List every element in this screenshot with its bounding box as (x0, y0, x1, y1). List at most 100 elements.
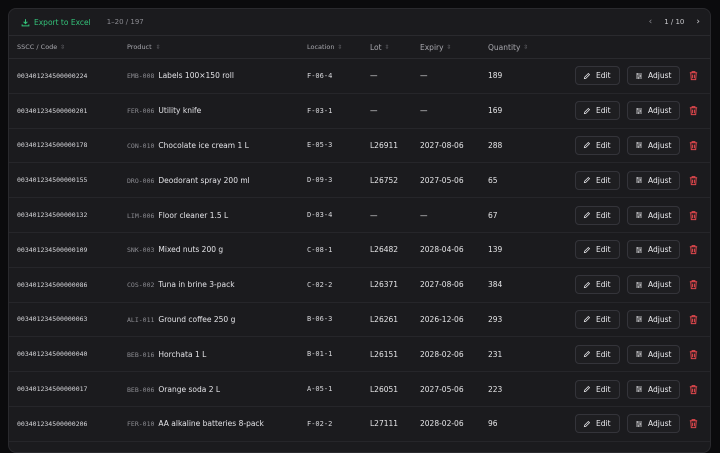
product-name: Horchata 1 L (158, 349, 207, 359)
edit-label: Edit (596, 140, 611, 150)
row-actions: Edit Adjust (575, 240, 710, 260)
sscc-cell: 003401234500000017 (17, 385, 88, 394)
result-range: 1–20 / 197 (106, 18, 144, 26)
adjust-button[interactable]: Adjust (627, 101, 680, 121)
trash-icon[interactable] (688, 210, 699, 221)
edit-label: Edit (596, 106, 611, 116)
trash-icon[interactable] (688, 70, 699, 81)
sscc-cell: 003401234500000178 (17, 141, 88, 150)
trash-icon[interactable] (688, 314, 699, 325)
sort-icon: ⇳ (337, 43, 343, 51)
trash-icon[interactable] (688, 244, 699, 255)
lot-cell: — (370, 106, 378, 116)
adjust-label: Adjust (648, 314, 672, 324)
column-header-sscc[interactable]: SSCC / Code ⇳ (9, 43, 119, 51)
location-cell: C-08-1 (307, 245, 333, 254)
sscc-cell: 003401234500000109 (17, 245, 88, 254)
trash-icon[interactable] (688, 384, 699, 395)
trash-icon[interactable] (688, 140, 699, 151)
lot-cell: L26911 (370, 140, 399, 150)
quantity-cell: 384 (488, 280, 503, 290)
location-cell: A-05-1 (307, 385, 333, 394)
column-header-expiry[interactable]: Expiry ⇳ (412, 43, 480, 52)
adjust-button[interactable]: Adjust (627, 414, 680, 434)
adjust-button[interactable]: Adjust (627, 205, 680, 225)
lot-cell: L26051 (370, 384, 399, 394)
location-cell: B-01-1 (307, 350, 333, 359)
location-cell: B-06-3 (307, 315, 333, 324)
column-header-lot[interactable]: Lot ⇳ (362, 43, 412, 52)
adjust-label: Adjust (648, 384, 672, 394)
row-actions: Edit Adjust (575, 344, 710, 364)
product-cell: DRO-006 Deodorant spray 200 ml (119, 176, 299, 185)
edit-button[interactable]: Edit (575, 344, 620, 364)
edit-label: Edit (596, 175, 611, 185)
trash-icon[interactable] (688, 175, 699, 186)
column-label: SSCC / Code (17, 43, 58, 51)
quantity-cell: 96 (488, 419, 498, 429)
expiry-cell: 2028-04-06 (420, 245, 464, 255)
product-cell: LIM-006 Floor cleaner 1.5 L (119, 211, 299, 220)
quantity-cell: 189 (488, 71, 503, 81)
expiry-cell: 2028-02-06 (420, 419, 464, 429)
lot-cell: L26371 (370, 280, 399, 290)
edit-button[interactable]: Edit (575, 135, 620, 155)
column-header-quantity[interactable]: Quantity ⇳ (480, 43, 570, 52)
trash-icon[interactable] (688, 349, 699, 360)
quantity-cell: 231 (488, 349, 503, 359)
edit-button[interactable]: Edit (575, 414, 620, 434)
lot-cell: L26261 (370, 314, 399, 324)
pencil-icon (583, 107, 591, 114)
sliders-icon (636, 316, 642, 323)
edit-button[interactable]: Edit (575, 309, 620, 329)
edit-button[interactable]: Edit (575, 205, 620, 225)
download-icon (21, 18, 30, 26)
product-name: Mixed nuts 200 g (158, 245, 224, 255)
product-cell: FER-006 Utility knife (119, 106, 299, 115)
sort-icon: ⇳ (384, 43, 390, 51)
sscc-cell: 003401234500000201 (17, 106, 88, 115)
chevron-left-icon[interactable]: ‹ (649, 17, 653, 27)
sscc-cell: 003401234500000063 (17, 315, 88, 324)
adjust-label: Adjust (648, 106, 672, 116)
edit-button[interactable]: Edit (575, 66, 620, 86)
edit-button[interactable]: Edit (575, 170, 620, 190)
edit-button[interactable]: Edit (575, 240, 620, 260)
table-row: 003401234500000155 DRO-006 Deodorant spr… (9, 163, 710, 199)
pencil-icon (583, 316, 591, 323)
column-header-location[interactable]: Location ⇳ (299, 43, 362, 51)
expiry-cell: 2026-12-06 (420, 314, 464, 324)
sscc-cell: 003401234500000132 (17, 211, 88, 220)
product-code: ALI-011 (127, 315, 155, 324)
adjust-button[interactable]: Adjust (627, 275, 680, 295)
quantity-cell: 288 (488, 140, 503, 150)
adjust-button[interactable]: Adjust (627, 135, 680, 155)
location-cell: C-02-2 (307, 280, 333, 289)
column-header-product[interactable]: Product ⇳ (119, 43, 299, 51)
adjust-button[interactable]: Adjust (627, 344, 680, 364)
trash-icon[interactable] (688, 418, 699, 429)
edit-button[interactable]: Edit (575, 379, 620, 399)
pencil-icon (583, 212, 591, 219)
adjust-button[interactable]: Adjust (627, 170, 680, 190)
column-label: Location (307, 43, 335, 51)
expiry-cell: — (420, 71, 428, 81)
column-label: Quantity (488, 42, 521, 52)
trash-icon[interactable] (688, 105, 699, 116)
adjust-button[interactable]: Adjust (627, 240, 680, 260)
table-row: 003401234500000178 CON-010 Chocolate ice… (9, 129, 710, 164)
pencil-icon (583, 177, 591, 184)
edit-button[interactable]: Edit (575, 101, 620, 121)
adjust-button[interactable]: Adjust (627, 379, 680, 399)
edit-button[interactable]: Edit (575, 275, 620, 295)
adjust-label: Adjust (648, 71, 672, 81)
adjust-button[interactable]: Adjust (627, 309, 680, 329)
adjust-label: Adjust (648, 280, 672, 290)
chevron-right-icon[interactable]: › (696, 17, 700, 27)
adjust-button[interactable]: Adjust (627, 66, 680, 86)
export-excel-button[interactable]: Export to Excel (21, 18, 91, 27)
sscc-cell: 003401234500000206 (17, 419, 88, 428)
sliders-icon (636, 177, 642, 184)
expiry-cell: — (420, 106, 428, 116)
trash-icon[interactable] (688, 279, 699, 290)
